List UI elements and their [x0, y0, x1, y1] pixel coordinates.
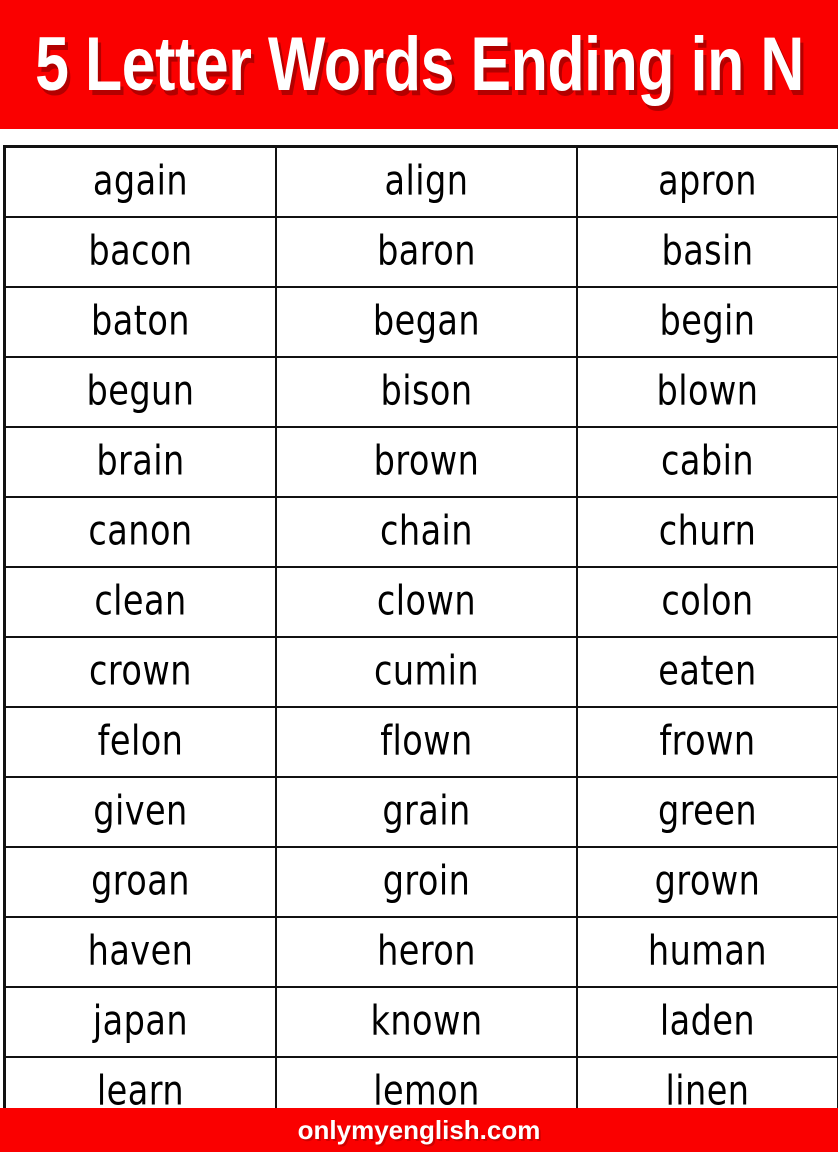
word-text: bison [380, 367, 473, 416]
word-cell: flown [275, 706, 578, 778]
word-cell: chain [275, 496, 578, 568]
word-cell: blown [576, 356, 838, 428]
word-text: given [93, 787, 188, 836]
word-text: begin [659, 297, 756, 346]
footer-banner: onlymyenglish.com [0, 1108, 838, 1152]
word-text: groan [91, 857, 190, 906]
word-text: cumin [373, 647, 480, 696]
word-cell: again [3, 145, 277, 218]
word-cell: green [576, 776, 838, 848]
table-row: bacon baron basin [3, 216, 838, 288]
word-text: bacon [88, 227, 193, 276]
word-cell: begin [576, 286, 838, 358]
table-row: brain brown cabin [3, 426, 838, 498]
header-banner: 5 Letter Words Ending in N [0, 0, 838, 129]
word-text: clown [376, 577, 477, 626]
word-text: japan [92, 997, 189, 1046]
word-cell: grown [576, 846, 838, 918]
word-text: groin [382, 857, 471, 906]
word-text: clean [94, 577, 187, 626]
word-cell: heron [275, 916, 578, 988]
word-cell: human [576, 916, 838, 988]
word-list-poster: 5 Letter Words Ending in N again align a… [0, 0, 838, 1152]
word-cell: laden [576, 986, 838, 1058]
word-text: align [384, 157, 469, 206]
word-cell: bacon [3, 216, 277, 288]
word-text: blown [656, 367, 759, 416]
word-text: brain [96, 437, 185, 486]
table-row: given grain green [3, 776, 838, 848]
word-cell: grain [275, 776, 578, 848]
table-row: begun bison blown [3, 356, 838, 428]
word-text: grain [382, 787, 471, 836]
word-text: green [657, 787, 758, 836]
word-text: felon [97, 717, 184, 766]
word-text: cabin [660, 437, 755, 486]
word-text: apron [658, 157, 757, 206]
word-cell: bison [275, 356, 578, 428]
word-cell: basin [576, 216, 838, 288]
word-cell: groin [275, 846, 578, 918]
word-cell: canon [3, 496, 277, 568]
word-text: again [92, 157, 189, 206]
table-row: japan known laden [3, 986, 838, 1058]
word-cell: given [3, 776, 277, 848]
word-text: baron [377, 227, 476, 276]
word-cell: churn [576, 496, 838, 568]
word-cell: cabin [576, 426, 838, 498]
word-text: baton [91, 297, 190, 346]
word-text: flown [380, 717, 473, 766]
word-text: crown [89, 647, 192, 696]
table-row: clean clown colon [3, 566, 838, 638]
word-cell: apron [576, 145, 838, 218]
word-text: known [370, 997, 483, 1046]
word-text: brown [373, 437, 480, 486]
page-title: 5 Letter Words Ending in N [34, 21, 804, 107]
word-cell: clean [3, 566, 277, 638]
table-row: haven heron human [3, 916, 838, 988]
word-text: chain [380, 507, 473, 556]
word-text: canon [88, 507, 193, 556]
word-cell: begun [3, 356, 277, 428]
table-row: crown cumin eaten [3, 636, 838, 708]
word-cell: brown [275, 426, 578, 498]
word-cell: felon [3, 706, 277, 778]
word-cell: clown [275, 566, 578, 638]
word-cell: frown [576, 706, 838, 778]
word-cell: began [275, 286, 578, 358]
site-credit: onlymyenglish.com [297, 1115, 541, 1145]
word-cell: japan [3, 986, 277, 1058]
word-cell: brain [3, 426, 277, 498]
word-text: grown [654, 857, 761, 906]
word-table-container: again align apron bacon baron basin bato… [3, 145, 838, 1129]
word-text: frown [659, 717, 756, 766]
word-cell: baton [3, 286, 277, 358]
table-row: groan groin grown [3, 846, 838, 918]
word-cell: align [275, 145, 578, 218]
word-cell: baron [275, 216, 578, 288]
word-text: laden [659, 997, 756, 1046]
word-cell: haven [3, 916, 277, 988]
word-text: began [372, 297, 481, 346]
word-text: heron [377, 927, 476, 976]
word-text: eaten [658, 647, 757, 696]
word-table-body: again align apron bacon baron basin bato… [3, 145, 838, 1129]
word-text: haven [87, 927, 194, 976]
word-text: human [647, 927, 768, 976]
word-text: churn [658, 507, 757, 556]
table-row: canon chain churn [3, 496, 838, 568]
word-text: begun [86, 367, 195, 416]
table-row: felon flown frown [3, 706, 838, 778]
word-cell: groan [3, 846, 277, 918]
word-text: basin [661, 227, 754, 276]
word-cell: eaten [576, 636, 838, 708]
word-table: again align apron bacon baron basin bato… [3, 145, 838, 1129]
word-cell: known [275, 986, 578, 1058]
word-cell: crown [3, 636, 277, 708]
word-text: colon [661, 577, 754, 626]
word-cell: colon [576, 566, 838, 638]
word-cell: cumin [275, 636, 578, 708]
table-row: again align apron [3, 145, 838, 218]
table-row: baton began begin [3, 286, 838, 358]
